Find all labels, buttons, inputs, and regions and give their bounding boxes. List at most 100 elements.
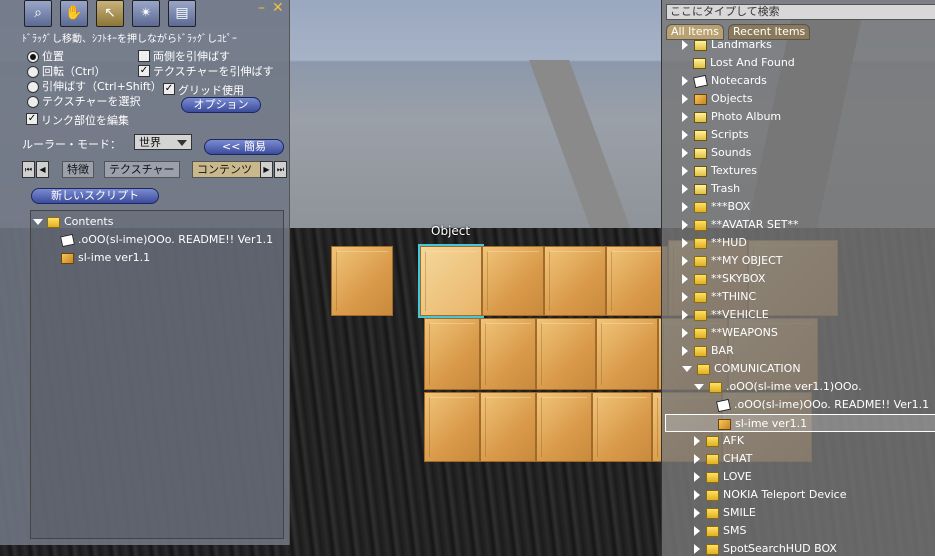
expand-arrow-icon[interactable] [694,544,700,554]
ruler-mode-select[interactable]: 世界 [134,134,192,150]
expand-arrow-icon[interactable] [682,238,688,248]
contents-item[interactable]: .oOO(sl-ime)OOo. README!! Ver1.1 [59,231,273,248]
use-grid-checkbox[interactable]: ✓ [163,83,175,95]
stretch-textures-checkbox[interactable]: ✓ [138,65,150,77]
expand-arrow-icon[interactable] [682,112,688,122]
edit-linked-checkbox[interactable]: ✓ [26,113,38,125]
expand-arrow-icon[interactable] [682,94,688,104]
collapse-arrow-icon[interactable] [694,384,704,390]
expand-arrow-icon[interactable] [694,454,700,464]
inventory-item[interactable]: Landmarks [662,36,935,54]
magic-wand-icon[interactable]: ✴ [132,0,160,27]
crate[interactable] [480,318,536,390]
inventory-item[interactable]: NOKIA Teleport Device [662,486,935,504]
crate[interactable] [424,318,480,390]
tab-features[interactable]: 特徴 [62,161,94,178]
contents-item[interactable]: sl-ime ver1.1 [61,249,150,266]
minimize-icon[interactable]: – [258,0,265,16]
inventory-item[interactable]: Textures [662,162,935,180]
inventory-item[interactable]: LOVE [662,468,935,486]
contents-root[interactable]: Contents [33,213,113,230]
expand-arrow-icon[interactable] [694,436,700,446]
crate[interactable] [596,318,658,390]
search-input[interactable]: ここにタイプして検索 [666,4,935,20]
inventory-item[interactable]: .oOO(sl-ime ver1.1)OOo. [662,378,935,396]
inventory-item[interactable]: Sounds [662,144,935,162]
crate[interactable] [424,392,480,462]
crate[interactable] [482,246,544,316]
expand-arrow-icon[interactable] [682,346,688,356]
expand-arrow-icon[interactable] [682,328,688,338]
radio-select-texture[interactable] [27,96,39,108]
expand-arrow-icon[interactable] [682,202,688,212]
expand-arrow-icon[interactable] [682,130,688,140]
tab-prev-icon[interactable]: ◀ [36,161,49,178]
inventory-item[interactable]: BAR [662,342,935,360]
collapse-arrow-icon[interactable] [682,366,692,372]
close-icon[interactable]: ✕ [272,0,284,16]
radio-position[interactable] [27,51,39,63]
inventory-item[interactable]: Scripts [662,126,935,144]
expand-arrow-icon[interactable] [694,472,700,482]
expand-arrow-icon[interactable] [682,184,688,194]
inventory-item[interactable]: SMS [662,522,935,540]
expand-arrow-icon[interactable] [682,256,688,266]
inventory-item[interactable]: Notecards [662,72,935,90]
pointer-icon[interactable]: ↖ [96,0,124,27]
inventory-item[interactable]: ***BOX [662,198,935,216]
inventory-item[interactable]: COMUNICATION [662,360,935,378]
options-button[interactable]: オプション [181,97,261,113]
expand-arrow-icon[interactable] [694,490,700,500]
radio-rotate[interactable] [27,66,39,78]
crate[interactable] [592,392,652,462]
inventory-item[interactable]: **MY OBJECT [662,252,935,270]
radio-stretch[interactable] [27,81,39,93]
inventory-item[interactable]: Trash [662,180,935,198]
inventory-item-label: **WEAPONS [711,326,778,339]
inventory-item[interactable]: AFK [662,432,935,450]
simple-mode-button[interactable]: << 簡易 [204,139,284,155]
expand-arrow-icon[interactable] [682,76,688,86]
new-script-button[interactable]: 新しいスクリプト [31,188,159,204]
tab-first-icon[interactable]: ⏮ [22,161,35,178]
stretch-both-checkbox[interactable] [138,50,150,62]
expand-arrow-icon[interactable] [682,310,688,320]
inventory-item[interactable]: **HUD [662,234,935,252]
inventory-item[interactable]: Photo Album [662,108,935,126]
tab-texture[interactable]: テクスチャー [104,161,180,178]
expand-arrow-icon[interactable] [682,40,688,50]
crate[interactable] [480,392,536,462]
tab-last-icon[interactable]: ⏭ [274,161,287,178]
inventory-item[interactable]: sl-ime ver1.1 [665,414,935,432]
grab-hand-icon[interactable]: ✋ [60,0,88,27]
expand-arrow-icon[interactable] [694,526,700,536]
zoom-icon[interactable]: ⌕ [24,0,52,27]
inventory-item[interactable]: **SKYBOX [662,270,935,288]
expand-arrow-icon[interactable] [694,508,700,518]
land-icon[interactable]: ▤ [168,0,196,27]
inventory-item[interactable]: SpotSearchHUD BOX [662,540,935,558]
inventory-item[interactable]: **THINC [662,288,935,306]
crate[interactable] [536,392,592,462]
tab-contents[interactable]: コンテンツ [192,161,262,178]
crate[interactable] [331,246,393,316]
inventory-item[interactable]: **AVATAR SET** [662,216,935,234]
selected-crate[interactable] [418,244,484,318]
expand-arrow-icon[interactable] [682,220,688,230]
crate[interactable] [536,318,596,390]
inventory-item[interactable]: CHAT [662,450,935,468]
edit-linked-label: リンク部位を編集 [41,114,129,127]
tab-next-icon[interactable]: ▶ [260,161,273,178]
expand-arrow-icon[interactable] [682,166,688,176]
crate[interactable] [606,246,668,316]
inventory-item[interactable]: SMILE [662,504,935,522]
crate[interactable] [544,246,606,316]
inventory-item[interactable]: Objects [662,90,935,108]
inventory-item[interactable]: **WEAPONS [662,324,935,342]
inventory-item[interactable]: **VEHICLE [662,306,935,324]
expand-arrow-icon[interactable] [682,292,688,302]
inventory-item[interactable]: Lost And Found [662,54,935,72]
inventory-item[interactable]: .oOO(sl-ime)OOo. README!! Ver1.1 [662,396,935,414]
expand-arrow-icon[interactable] [682,148,688,158]
expand-arrow-icon[interactable] [682,274,688,284]
